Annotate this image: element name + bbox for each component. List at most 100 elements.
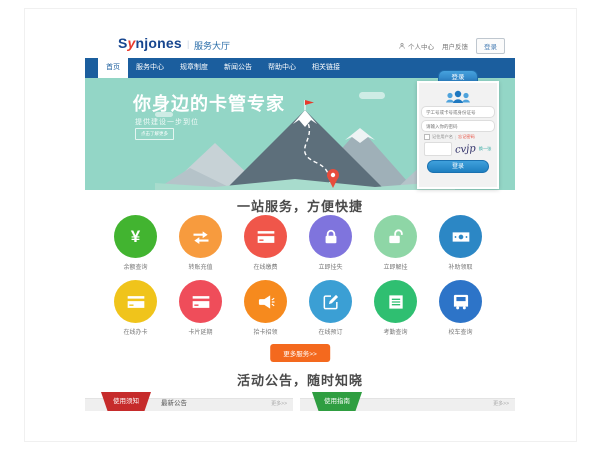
nav-item-rules[interactable]: 规章制度	[172, 58, 216, 78]
service-label: 拾卡招领	[253, 327, 277, 336]
tab-usage-notice[interactable]: 使用须知	[101, 392, 151, 411]
announcement-strip-right: 使用指南 更多>>	[300, 392, 515, 411]
more-link[interactable]: 更多>>	[493, 398, 509, 411]
captcha-row: cvjp 换一张	[424, 142, 492, 156]
username-input[interactable]	[421, 106, 495, 118]
service-label: 在线办卡	[123, 327, 147, 336]
service-circle[interactable]: ¥	[114, 215, 157, 258]
logo-text: njones	[136, 35, 182, 51]
bus-icon	[451, 292, 471, 312]
banner-subtitle: 提供建设一步到位	[135, 117, 199, 127]
service-item[interactable]: 在线办卡	[103, 280, 168, 336]
service-label: 立即解挂	[383, 262, 407, 271]
more-link[interactable]: 更多>>	[271, 398, 287, 411]
service-item[interactable]: 立即解挂	[363, 215, 428, 271]
more-services-button[interactable]: 更多服务>>	[270, 344, 330, 362]
captcha-refresh-link[interactable]: 换一张	[479, 146, 492, 152]
captcha-input[interactable]	[424, 142, 452, 156]
service-circle[interactable]	[244, 215, 287, 258]
service-label: 余额查询	[123, 262, 147, 271]
service-circle[interactable]	[439, 215, 482, 258]
service-label: 立即挂失	[318, 262, 342, 271]
header-right: 个人中心 用户反馈 登录	[398, 38, 505, 54]
login-panel: 登录 记住用户名 | 忘记密码 cvjp	[417, 70, 499, 190]
service-label: 转账充值	[188, 262, 212, 271]
announcements-section-title: 活动公告，随时知晓	[85, 370, 515, 389]
service-label: 补助领取	[448, 262, 472, 271]
transfer-icon	[191, 227, 211, 247]
service-label: 在线预订	[318, 327, 342, 336]
service-circle[interactable]	[114, 280, 157, 323]
yen-icon: ¥	[131, 228, 140, 245]
service-circle[interactable]	[309, 280, 352, 323]
person-icon	[398, 42, 406, 50]
services-row-1: ¥ 余额查询 转账充值 在线缴费	[103, 215, 497, 271]
service-circle[interactable]	[179, 280, 222, 323]
service-item[interactable]: 在线缴费	[233, 215, 298, 271]
tab-usage-guide[interactable]: 使用指南	[312, 392, 362, 411]
remember-label: 记住用户名	[432, 134, 453, 140]
separator: |	[455, 135, 456, 140]
nav-item-service-center[interactable]: 服务中心	[128, 58, 172, 78]
nav-item-links[interactable]: 相关链接	[304, 58, 348, 78]
password-input[interactable]	[421, 120, 495, 132]
service-item[interactable]: ¥ 余额查询	[103, 215, 168, 271]
card-icon	[256, 227, 276, 247]
service-item[interactable]: 转账充值	[168, 215, 233, 271]
card-icon	[191, 292, 211, 312]
service-label: 卡片延期	[188, 327, 212, 336]
nav-item-help[interactable]: 帮助中心	[260, 58, 304, 78]
user-feedback-link[interactable]: 用户反馈	[442, 41, 468, 51]
services-row-2: 在线办卡 卡片延期 拾卡招领	[103, 280, 497, 336]
user-feedback-label: 用户反馈	[442, 41, 468, 51]
captcha-image[interactable]: cvjp	[455, 143, 476, 155]
services-section-title: 一站服务，方便快捷	[85, 196, 515, 215]
service-label: 校车查询	[448, 327, 472, 336]
service-item[interactable]: 卡片延期	[168, 280, 233, 336]
service-circle[interactable]	[309, 215, 352, 258]
service-circle[interactable]	[374, 215, 417, 258]
login-form: 记住用户名 | 忘记密码 cvjp 换一张 登录	[417, 81, 499, 189]
login-submit-button[interactable]: 登录	[427, 160, 489, 173]
service-item[interactable]: 考勤查询	[363, 280, 428, 336]
nav-item-home[interactable]: 首页	[98, 58, 128, 78]
list-icon	[386, 292, 406, 312]
announcement-strips: 使用须知 最新公告 更多>> 使用指南 更多>>	[85, 392, 515, 411]
site-name: 服务大厅	[194, 39, 230, 52]
service-label: 在线缴费	[253, 262, 277, 271]
service-label: 考勤查询	[383, 327, 407, 336]
service-circle[interactable]	[374, 280, 417, 323]
megaphone-icon	[256, 292, 276, 312]
service-item[interactable]: 立即挂失	[298, 215, 363, 271]
forgot-password-link[interactable]: 忘记密码	[458, 134, 475, 140]
personal-center-label: 个人中心	[408, 41, 434, 51]
nav-item-news[interactable]: 新闻公告	[216, 58, 260, 78]
personal-center-link[interactable]: 个人中心	[398, 41, 434, 51]
service-item[interactable]: 拾卡招领	[233, 280, 298, 336]
link-latest-announcements[interactable]: 最新公告	[161, 398, 187, 411]
logo-text: S	[118, 35, 128, 51]
header: Synjones | 服务大厅 个人中心 用户反馈 登录	[85, 30, 515, 58]
service-item[interactable]: 校车查询	[428, 280, 493, 336]
banner-title: 你身边的卡管专家	[133, 90, 285, 116]
service-circle[interactable]	[244, 280, 287, 323]
logo-accent: y	[128, 35, 136, 51]
card-icon	[126, 292, 146, 312]
lock-icon	[321, 227, 341, 247]
header-login-button[interactable]: 登录	[476, 38, 505, 54]
service-item[interactable]: 补助领取	[428, 215, 493, 271]
users-group-icon	[444, 87, 472, 104]
logo-divider: |	[187, 39, 189, 49]
edit-icon	[321, 292, 341, 312]
service-circle[interactable]	[439, 280, 482, 323]
service-item[interactable]: 在线预订	[298, 280, 363, 336]
site-container: Synjones | 服务大厅 个人中心 用户反馈 登录 首页 服务中心 规章制…	[85, 30, 515, 422]
service-circle[interactable]	[179, 215, 222, 258]
remember-row: 记住用户名 | 忘记密码	[424, 134, 492, 140]
remember-checkbox[interactable]	[424, 134, 430, 140]
banknote-icon	[451, 227, 471, 247]
banner-cta-button[interactable]: 点击了解更多	[135, 128, 174, 140]
announcement-strip-left: 使用须知 最新公告 更多>>	[85, 392, 293, 411]
logo[interactable]: Synjones	[118, 35, 182, 51]
unlock-icon	[386, 227, 406, 247]
